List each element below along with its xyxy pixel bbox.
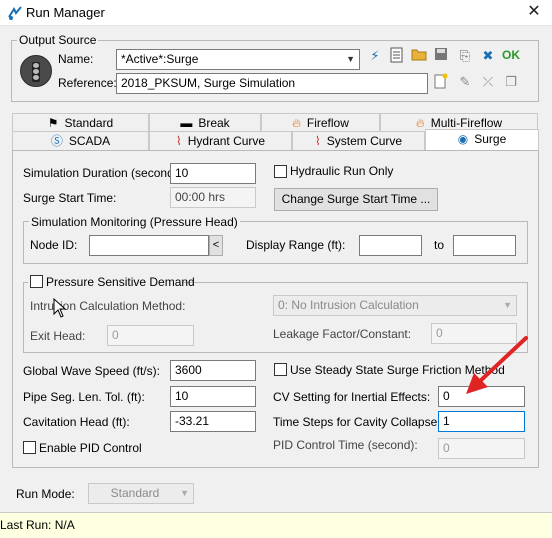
leakage-label: Leakage Factor/Constant: [273,327,412,341]
run-mode-select: Standard ▼ [88,483,194,504]
pid-time-label: PID Control Time (second): [273,438,418,452]
hydrant-curve-icon: ⌇ [175,134,182,148]
tab-hydrant-curve-label: Hydrant Curve [187,134,266,148]
status-bar: Last Run: N/A [0,512,552,538]
cv-setting-label: CV Setting for Inertial Effects: [273,390,431,404]
monitoring-group-label: Simulation Monitoring (Pressure Head) [29,215,240,229]
tab-break[interactable]: ▬ Break [149,113,261,132]
tab-system-curve[interactable]: ⌇ System Curve [292,131,425,150]
pressure-sensitive-checkbox[interactable] [30,275,43,288]
clear-icon[interactable]: ⎘ [456,47,474,65]
node-id-label: Node ID: [30,238,78,252]
display-range-label: Display Range (ft): [246,238,346,252]
wave-speed-field[interactable]: 3600 [170,360,256,381]
tab-multi-fireflow-label: Multi-Fireflow [430,116,503,130]
chevron-down-icon: ▼ [346,54,355,64]
chevron-down-icon: ▼ [180,488,189,498]
tab-standard-label: Standard [64,116,114,130]
surge-start-field: 00:00 hrs [170,187,256,208]
intrusion-method-value: 0: No Intrusion Calculation [278,298,419,312]
cavitation-field[interactable]: -33.21 [170,411,256,432]
mouse-cursor-icon [53,298,67,318]
steady-state-checkbox[interactable] [274,363,287,376]
open-folder-icon[interactable] [410,47,428,65]
surge-start-label: Surge Start Time: [23,191,117,205]
system-curve-icon: ⌇ [314,134,321,148]
fire-icon: 🔥︎ [292,116,301,130]
run-icon[interactable]: ⚡ [366,47,384,65]
time-steps-label: Time Steps for Cavity Collapse: [273,415,441,429]
intrusion-method-select: 0: No Intrusion Calculation ▼ [273,295,517,316]
wave-speed-label: Global Wave Speed (ft/s): [23,364,160,378]
sim-duration-field[interactable]: 10 [170,163,256,184]
exit-head-label: Exit Head: [30,329,86,343]
surge-icon: ◉ [457,132,469,146]
new-icon[interactable] [432,73,450,91]
save-icon[interactable] [432,47,450,65]
enable-pid-checkbox[interactable] [23,441,36,454]
tab-scada-label: SCADA [68,134,111,148]
pid-time-field: 0 [438,438,525,459]
run-mode-value: Standard [110,486,160,500]
name-label: Name: [58,52,94,66]
change-surge-start-button[interactable]: Change Surge Start Time ... [274,188,438,211]
reference-label: Reference: [58,76,117,90]
name-select-value: *Active*:Surge [121,52,199,66]
title-bar: Run Manager ✕ [0,0,552,26]
standard-icon: ⚑ [47,116,59,130]
tab-fireflow[interactable]: 🔥︎ Fireflow [261,113,380,132]
cavitation-label: Cavitation Head (ft): [23,415,130,429]
pipe-seg-label: Pipe Seg. Len. Tol. (ft): [23,390,145,404]
tab-surge[interactable]: ◉ Surge [425,129,539,150]
chevron-down-icon: ▼ [503,300,512,310]
tab-surge-label: Surge [474,132,507,146]
pipe-seg-field[interactable]: 10 [170,386,256,407]
multi-fire-icon: 🔥︎ [415,116,425,130]
sim-duration-label: Simulation Duration (second): [23,166,182,180]
run-manager-icon [8,6,22,20]
tab-break-label: Break [198,116,230,130]
time-steps-field[interactable]: 1 [438,411,525,432]
display-range-to-field[interactable] [453,235,516,256]
node-id-field[interactable] [89,235,209,256]
output-source-label: Output Source [17,33,99,47]
last-run-status: Last Run: N/A [0,518,75,532]
ok-icon[interactable]: OK [502,48,520,62]
close-button[interactable]: ✕ [519,1,549,25]
pressure-sensitive-label: Pressure Sensitive Demand [46,275,195,289]
tab-hydrant-curve[interactable]: ⌇ Hydrant Curve [149,131,292,150]
traffic-light-icon [20,55,52,87]
tab-system-curve-label: System Curve [326,134,403,148]
tab-fireflow-label: Fireflow [306,116,349,130]
run-mode-label: Run Mode: [16,487,75,501]
name-select[interactable]: *Active*:Surge ▼ [116,49,360,70]
tab-scada[interactable]: Ⓢ SCADA [12,131,149,150]
exit-head-field: 0 [107,325,194,346]
break-icon: ▬ [180,116,193,130]
edit-icon[interactable]: ✎ [456,73,474,91]
to-label: to [434,238,445,252]
hydraulic-run-only-label: Hydraulic Run Only [290,164,394,178]
copy-icon[interactable]: ❐ [502,73,520,91]
reference-field[interactable]: 2018_PKSUM, Surge Simulation [116,73,428,94]
tab-standard[interactable]: ⚑ Standard [12,113,149,132]
remove-icon[interactable]: ⤫ [479,73,497,91]
node-id-picker-button[interactable]: < [209,235,223,256]
document-icon[interactable] [388,47,406,65]
cancel-run-icon[interactable]: ✖ [479,47,497,65]
hydraulic-run-only-checkbox[interactable] [274,165,287,178]
annotation-arrow [466,336,528,394]
enable-pid-label: Enable PID Control [39,441,142,455]
display-range-from-field[interactable] [359,235,422,256]
scada-icon: Ⓢ [50,134,63,148]
window-title: Run Manager [26,5,105,20]
